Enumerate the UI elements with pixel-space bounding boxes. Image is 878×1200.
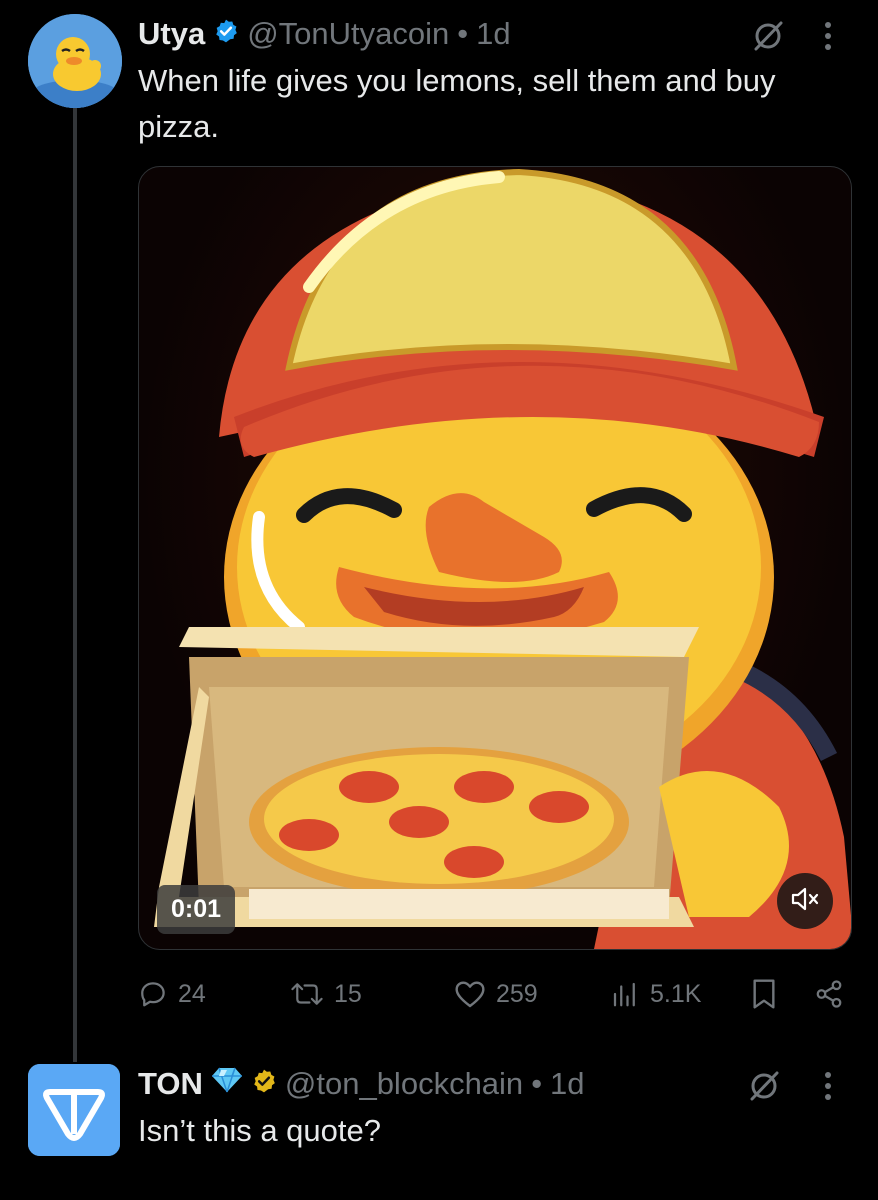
retweet-count: 15 [334, 979, 362, 1008]
author-handle[interactable]: @ton_blockchain [285, 1066, 523, 1102]
author-name[interactable]: TON [138, 1066, 203, 1102]
tweet-text: Isn’t this a quote? [138, 1113, 381, 1148]
like-count: 259 [496, 979, 538, 1008]
tweet-text: When life gives you lemons, sell them an… [138, 63, 776, 144]
share-button[interactable] [814, 974, 844, 1014]
mute-icon [790, 886, 820, 917]
mute-button[interactable] [777, 873, 833, 929]
separator-dot: • [457, 16, 469, 51]
separator-dot: • [531, 1066, 543, 1101]
views-count: 5.1K [650, 979, 702, 1008]
author-name[interactable]: Utya [138, 16, 205, 52]
like-icon [454, 979, 486, 1009]
share-icon [814, 979, 844, 1009]
video-timestamp: 0:01 [157, 885, 236, 934]
timestamp[interactable]: 1d [550, 1066, 584, 1102]
ton-logo-icon [28, 1064, 120, 1156]
thread-line [73, 104, 77, 1062]
diamond-icon [211, 1066, 243, 1102]
like-button[interactable]: 259 [454, 974, 538, 1014]
reply-count: 24 [178, 979, 206, 1008]
retweet-button[interactable]: 15 [290, 974, 362, 1014]
timestamp[interactable]: 1d [476, 16, 510, 52]
duck-pizza-illustration [154, 168, 851, 949]
grok-icon[interactable] [744, 1068, 784, 1104]
reply-icon [138, 979, 168, 1009]
tweet-header-reply: TON @ton_blockchain • 1d [138, 1066, 585, 1102]
verified-badge-icon [213, 16, 239, 52]
video-player[interactable]: 0:01 [138, 166, 852, 950]
views-button[interactable]: 5.1K [610, 974, 701, 1014]
more-icon[interactable] [816, 1068, 840, 1104]
reply-button[interactable]: 24 [138, 974, 206, 1014]
avatar[interactable] [28, 14, 122, 108]
bookmark-button[interactable] [750, 974, 778, 1014]
retweet-icon [290, 979, 324, 1009]
bookmark-icon [750, 978, 778, 1010]
tweet-header: Utya @TonUtyacoin • 1d [138, 16, 511, 52]
views-icon [610, 979, 640, 1009]
grok-icon[interactable] [748, 18, 788, 54]
action-bar: 24 15 259 5.1K [138, 974, 850, 1014]
avatar-ton[interactable] [28, 1064, 120, 1156]
verified-badge-icon [251, 1066, 277, 1102]
author-handle[interactable]: @TonUtyacoin [247, 16, 449, 52]
more-icon[interactable] [816, 18, 840, 54]
